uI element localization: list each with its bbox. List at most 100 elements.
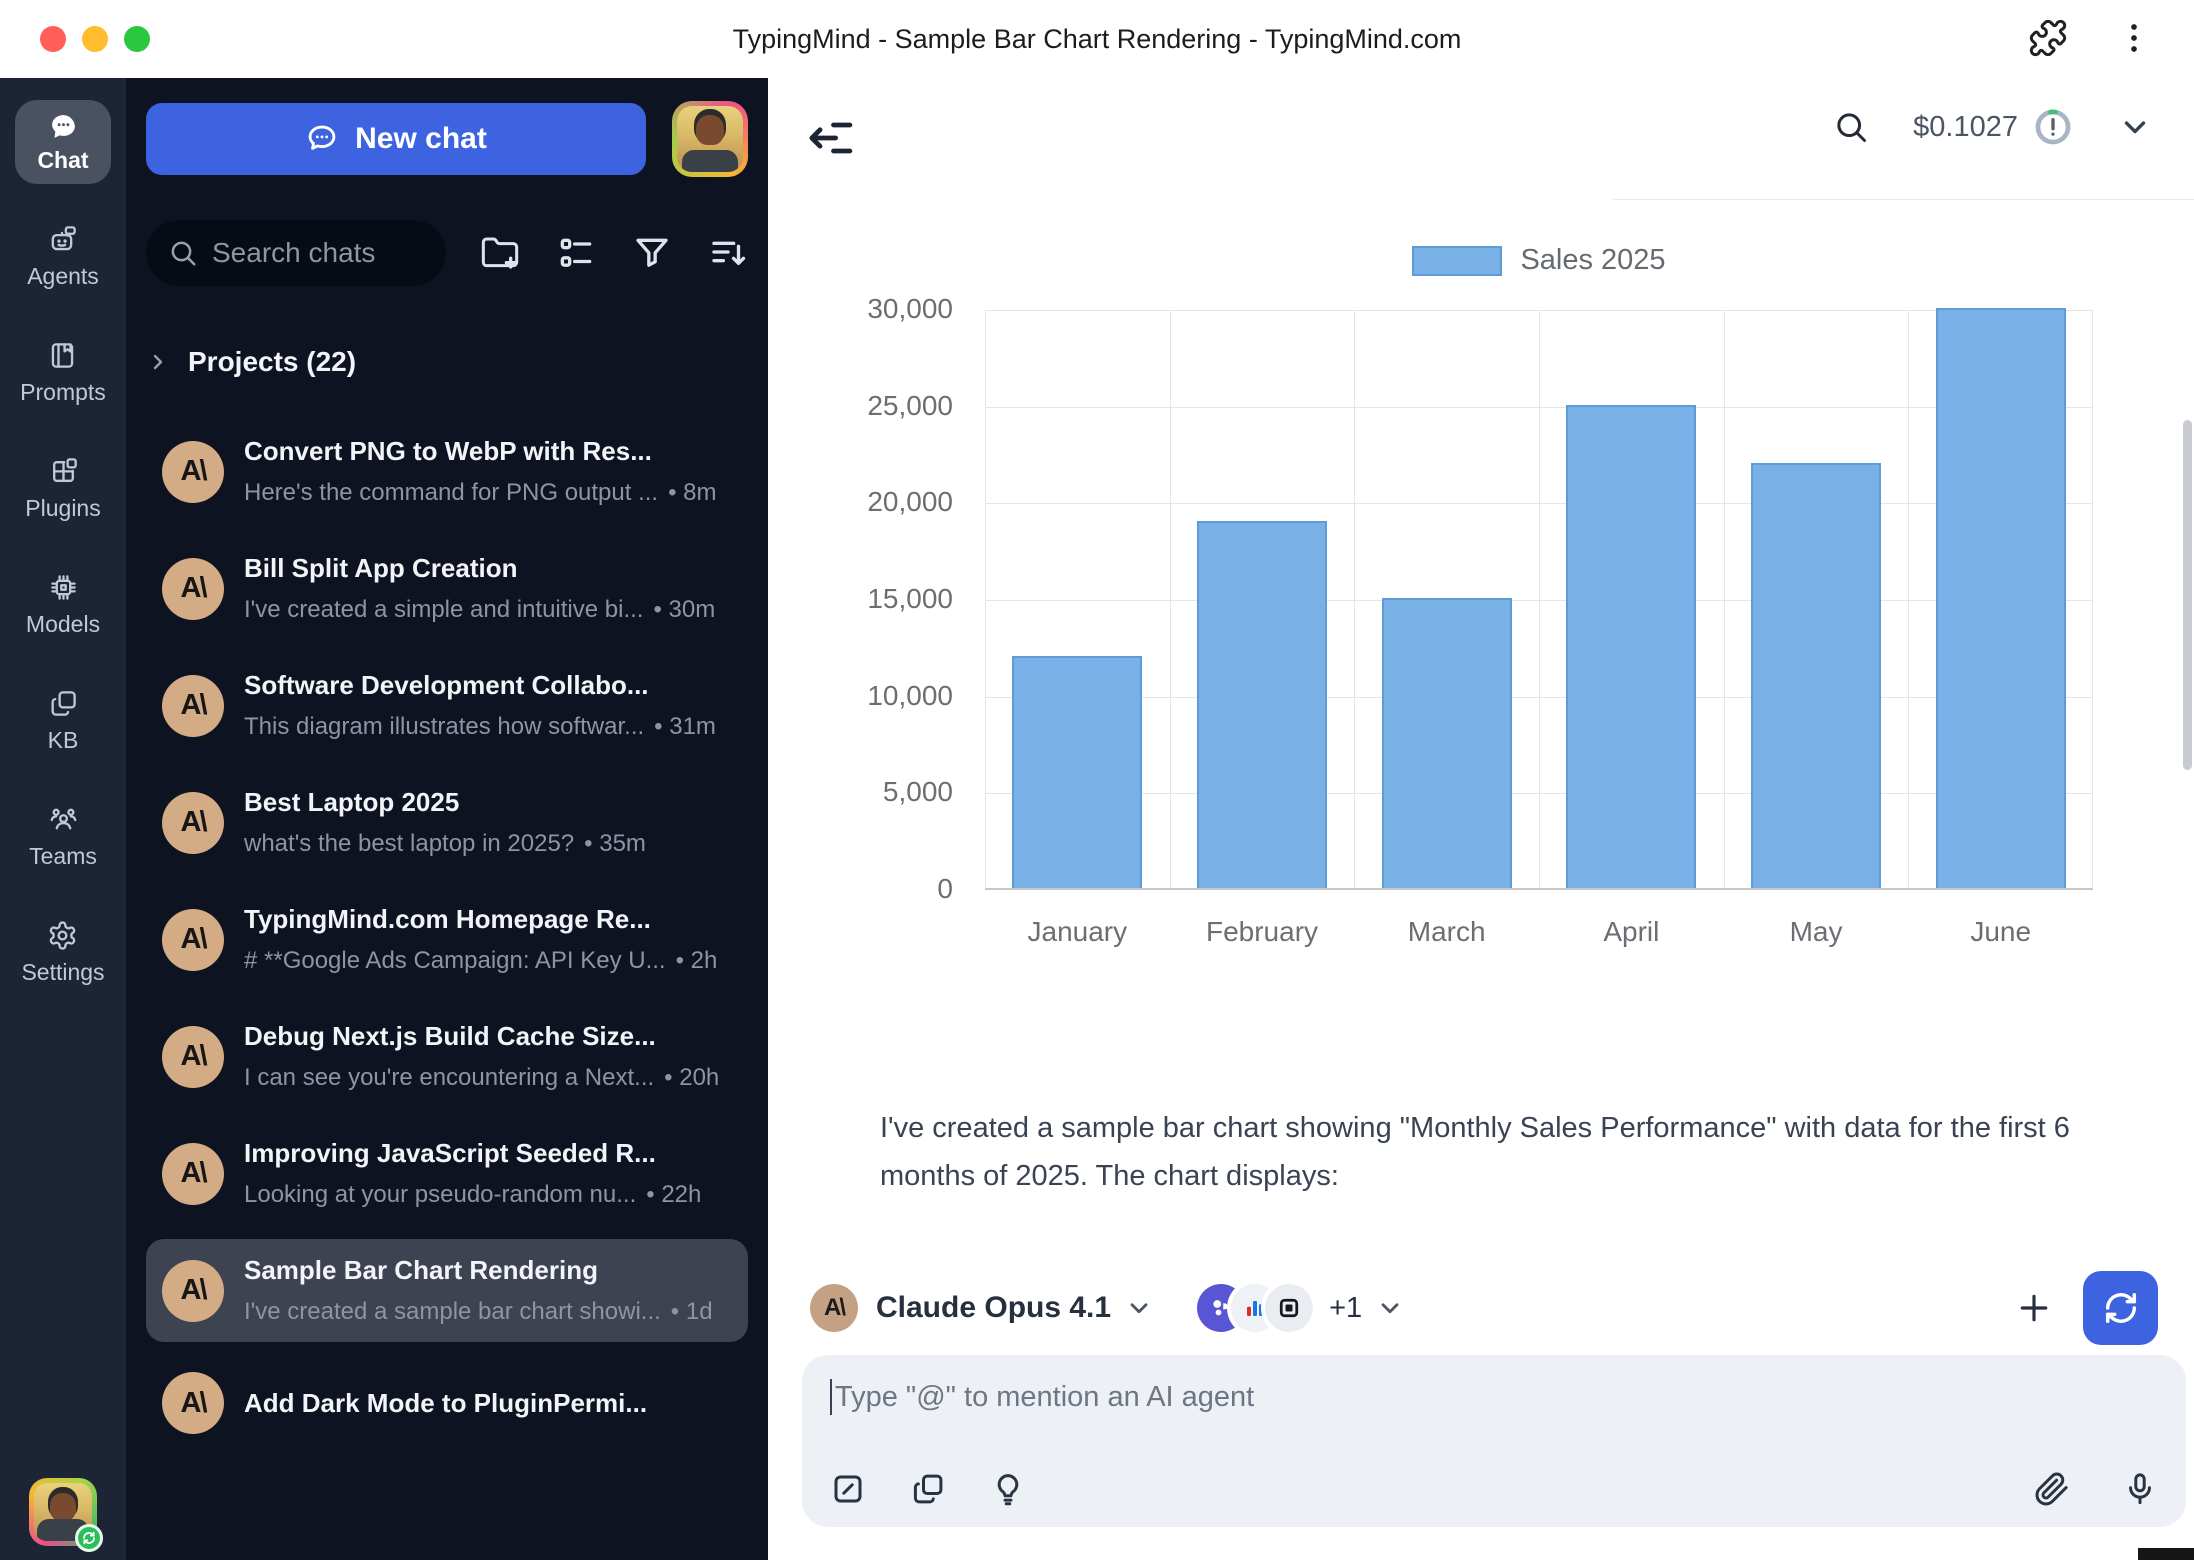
rail-item-settings[interactable]: Settings <box>21 920 104 986</box>
projects-group[interactable]: Projects (22) <box>146 346 748 378</box>
chat-item-time: • 20h <box>664 1064 719 1092</box>
user-avatar[interactable] <box>29 1478 97 1546</box>
chart-y-axis-labels: 05,00010,00015,00020,00025,00030,000 <box>825 310 969 890</box>
bar-april <box>1566 405 1696 888</box>
chat-list-item[interactable]: A\ Convert PNG to WebP with Res...Here's… <box>146 420 748 523</box>
assistant-message: I've created a sample bar chart showing … <box>880 1104 2140 1200</box>
composer: Type "@" to mention an AI agent <box>802 1355 2186 1527</box>
sync-badge-icon <box>75 1524 103 1552</box>
chat-item-title: TypingMind.com Homepage Re... <box>244 904 732 935</box>
filter-funnel-icon[interactable] <box>632 233 672 273</box>
chat-list-item[interactable]: A\ Add Dark Mode to PluginPermi... <box>146 1356 748 1450</box>
gridline-v <box>1908 310 1909 888</box>
list-tasks-icon[interactable] <box>556 233 596 273</box>
bottom-corner-scrollbar <box>2138 1548 2194 1560</box>
rail-item-kb[interactable]: KB <box>48 688 79 754</box>
folder-plus-icon[interactable] <box>480 233 520 273</box>
rail-item-prompts[interactable]: Prompts <box>20 340 106 406</box>
edit-square-icon[interactable] <box>830 1471 866 1507</box>
rail-item-label: Prompts <box>20 379 106 406</box>
chat-list-item[interactable]: A\ TypingMind.com Homepage Re...# **Goog… <box>146 888 748 991</box>
x-tick-label: February <box>1170 916 1355 948</box>
chat-list-panel: New chat Projects (22) A\ Convert P <box>126 78 768 1560</box>
x-tick-label: May <box>1724 916 1909 948</box>
app-window: TypingMind - Sample Bar Chart Rendering … <box>0 0 2194 1560</box>
chat-item-title: Software Development Collabo... <box>244 670 732 701</box>
chat-list-item[interactable]: A\ Best Laptop 2025what's the best lapto… <box>146 771 748 874</box>
x-tick-label: March <box>1354 916 1539 948</box>
copy-pages-icon[interactable] <box>910 1471 946 1507</box>
rail-item-label: Teams <box>29 843 97 870</box>
rail-item-chat[interactable]: Chat <box>15 100 111 184</box>
chat-item-time: • 22h <box>646 1181 701 1209</box>
extensions-puzzle-icon[interactable] <box>2028 18 2068 58</box>
composer-tools <box>830 1471 2158 1507</box>
profile-photo <box>677 106 743 172</box>
rail-item-plugins[interactable]: Plugins <box>25 456 100 522</box>
refresh-icon <box>2102 1289 2140 1327</box>
close-button[interactable] <box>40 26 66 52</box>
model-row: A\ Claude Opus 4.1 +1 <box>810 1270 2158 1346</box>
new-chat-button[interactable]: New chat <box>146 103 646 175</box>
y-tick-label: 0 <box>825 873 953 905</box>
chat-item-title: Bill Split App Creation <box>244 553 732 584</box>
search-input[interactable] <box>212 237 412 269</box>
chat-item-snippet: I've created a simple and intuitive bi..… <box>244 596 643 624</box>
lightbulb-icon[interactable] <box>990 1471 1026 1507</box>
kebab-menu-icon[interactable] <box>2114 18 2154 58</box>
chart-x-axis-labels: JanuaryFebruaryMarchAprilMayJune <box>985 916 2093 948</box>
collapse-sidebar-icon[interactable] <box>804 112 856 164</box>
chat-item-time: • 2h <box>676 947 718 975</box>
y-tick-label: 15,000 <box>825 583 953 615</box>
y-tick-label: 25,000 <box>825 390 953 422</box>
regenerate-button[interactable] <box>2083 1271 2158 1345</box>
search-box[interactable] <box>146 220 446 286</box>
input-placeholder: Type "@" to mention an AI agent <box>835 1381 1254 1414</box>
zoom-button[interactable] <box>124 26 150 52</box>
sort-desc-icon[interactable] <box>708 233 748 273</box>
message-input[interactable]: Type "@" to mention an AI agent <box>830 1379 2158 1415</box>
bar-chart-plot <box>985 310 2093 890</box>
teams-icon <box>48 804 79 835</box>
microphone-icon[interactable] <box>2122 1471 2158 1507</box>
usage-cost[interactable]: $0.1027 <box>1913 106 2074 148</box>
chat-list-item[interactable]: A\ Bill Split App CreationI've created a… <box>146 537 748 640</box>
chat-item-time: • 8m <box>668 479 716 507</box>
header-divider <box>1613 199 2194 200</box>
gridline-v <box>985 310 986 888</box>
chat-item-snippet: Looking at your pseudo-random nu... <box>244 1181 636 1209</box>
plugins-selector[interactable] <box>1197 1284 1313 1332</box>
chat-list-item[interactable]: A\ Debug Next.js Build Cache Size...I ca… <box>146 1005 748 1108</box>
window-title: TypingMind - Sample Bar Chart Rendering … <box>733 24 1462 55</box>
gridline-v <box>1539 310 1540 888</box>
rail-item-label: KB <box>48 727 79 754</box>
window-controls <box>40 26 150 52</box>
model-selector-label[interactable]: Claude Opus 4.1 <box>876 1291 1111 1325</box>
chevron-down-icon[interactable] <box>2118 110 2152 144</box>
minimize-button[interactable] <box>82 26 108 52</box>
paperclip-icon[interactable] <box>2034 1471 2070 1507</box>
rail-item-models[interactable]: Models <box>26 572 100 638</box>
gridline-v <box>1354 310 1355 888</box>
rail-item-teams[interactable]: Teams <box>29 804 97 870</box>
vertical-scrollbar[interactable] <box>2183 420 2192 770</box>
chat-item-time: • 31m <box>654 713 716 741</box>
rail-item-label: Settings <box>21 959 104 986</box>
model-chevron-down-icon[interactable] <box>1125 1294 1153 1322</box>
rail-item-agents[interactable]: Agents <box>27 224 99 290</box>
bar-march <box>1382 598 1512 888</box>
chat-list-item[interactable]: A\ Software Development Collabo...This d… <box>146 654 748 757</box>
profile-avatar[interactable] <box>672 101 748 177</box>
chat-list-item[interactable]: A\ Sample Bar Chart RenderingI've create… <box>146 1239 748 1342</box>
search-icon[interactable] <box>1833 109 1869 145</box>
add-button[interactable] <box>2015 1289 2053 1327</box>
chat-item-title: Convert PNG to WebP with Res... <box>244 436 732 467</box>
settings-icon <box>47 920 78 951</box>
plugins-chevron-down-icon[interactable] <box>1376 1294 1404 1322</box>
chat-items: A\ Convert PNG to WebP with Res...Here's… <box>146 420 748 1464</box>
chat-item-snippet: Here's the command for PNG output ... <box>244 479 658 507</box>
agents-icon <box>47 224 78 255</box>
y-tick-label: 10,000 <box>825 680 953 712</box>
chat-list-item[interactable]: A\ Improving JavaScript Seeded R...Looki… <box>146 1122 748 1225</box>
chevron-right-icon <box>146 350 170 374</box>
